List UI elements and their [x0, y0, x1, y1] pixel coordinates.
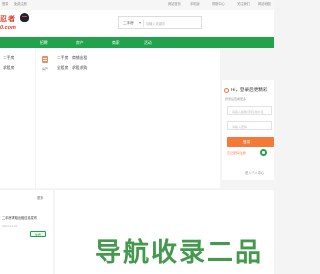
nav-item-events[interactable]: 活动 [144, 41, 152, 46]
nav-item-property[interactable]: 房产 [76, 41, 84, 46]
mobile-link[interactable]: 手机版 [190, 2, 200, 6]
login-greeting: Hi，登录后更精彩 [231, 87, 268, 92]
more-link[interactable]: 更多 [37, 196, 43, 200]
free-tag-button[interactable]: 免费 [30, 231, 46, 237]
login-button[interactable]: 登录 [227, 137, 274, 147]
help-link[interactable]: 帮助中心 [212, 2, 225, 6]
site-logo[interactable]: 忍者 0.com [0, 13, 30, 33]
login-button-label: 登录 [243, 140, 251, 144]
main-nav: 招聘 房产 商家 活动 [0, 37, 274, 48]
username-field[interactable]: 请输入邮箱/手机/用户名 [227, 106, 272, 115]
left-menu-item[interactable]: 二手房 [3, 56, 14, 61]
info-title[interactable]: 二手房求租出租信息发布 [2, 216, 37, 220]
wechat-icon[interactable] [260, 149, 267, 156]
username-placeholder: 请输入邮箱/手机/用户名 [232, 109, 264, 114]
home-link[interactable]: 网站首页 [168, 2, 181, 6]
category-link[interactable]: 求租求购 [72, 66, 87, 71]
sitemap-link[interactable]: 网站地图 [258, 2, 271, 6]
login-link[interactable]: 登录 [2, 2, 8, 6]
smile-icon [224, 88, 229, 93]
login-subtitle: 登录后查看更多 [225, 97, 247, 101]
watermark-banner: 导航收录二品 [95, 238, 264, 268]
personal-center-link[interactable]: 进入个人中心 [245, 170, 264, 175]
nav-item-jobs[interactable]: 招聘 [40, 41, 48, 46]
search-box[interactable]: 二手房 请输入关键字 [118, 16, 202, 29]
category-link[interactable]: 商铺出租 [72, 56, 87, 61]
chevron-down-icon [139, 22, 141, 24]
password-placeholder: 请输入密码 [232, 124, 248, 129]
property-folder-icon [41, 55, 50, 65]
logo-text-top: 忍者 [0, 14, 16, 23]
search-category-select[interactable]: 二手房 [123, 21, 134, 26]
search-input[interactable]: 请输入关键字 [146, 21, 165, 26]
folder-label: 房产 [42, 67, 49, 71]
free-tag-label: 免费 [35, 232, 42, 237]
nav-item-merchants[interactable]: 商家 [112, 41, 120, 46]
logo-text-bottom: 0.com [0, 25, 16, 31]
category-link[interactable]: 全租房 [57, 66, 68, 71]
login-panel [222, 80, 274, 180]
left-menu-item[interactable]: 求租房 [3, 66, 14, 71]
info-date: 2024-01-01 [2, 224, 18, 228]
forgot-password-link[interactable]: 忘记密码|注册 [227, 151, 246, 155]
follow-link[interactable]: 关注我们 [237, 2, 250, 6]
ninja-logo-icon [20, 13, 29, 22]
password-field[interactable]: 请输入密码 [227, 121, 272, 130]
search-divider [143, 20, 144, 27]
category-link[interactable]: 二手房 [57, 56, 68, 61]
register-link[interactable]: 免费注册 [14, 2, 27, 6]
